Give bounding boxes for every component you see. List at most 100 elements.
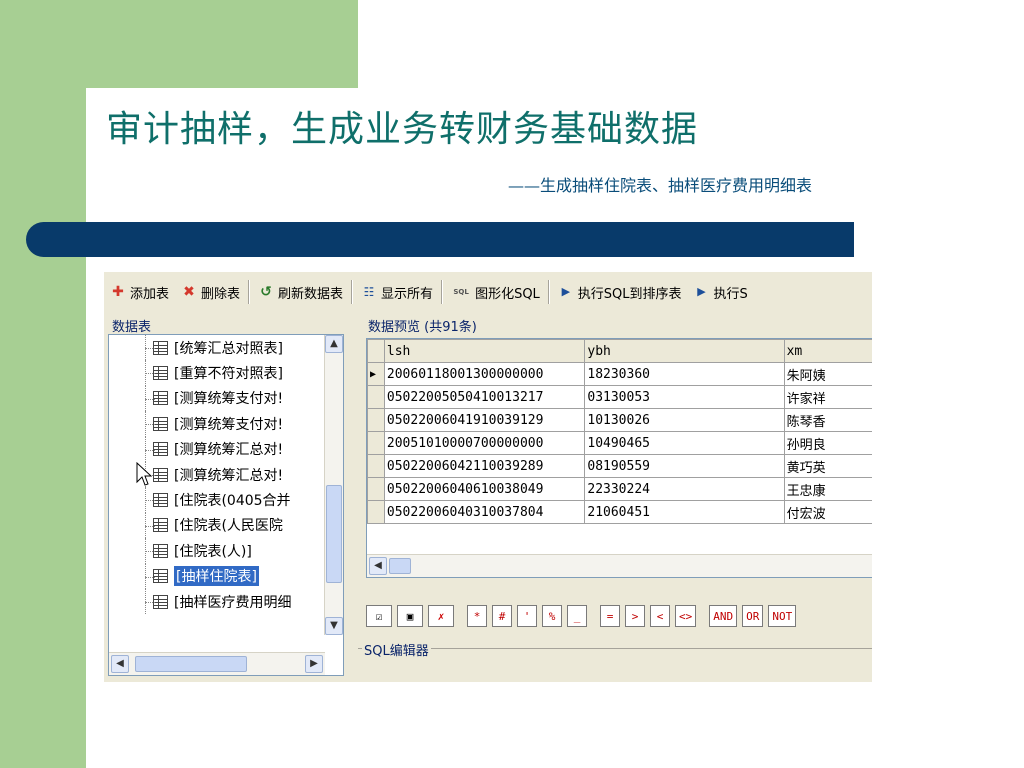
operator-button[interactable]: >: [625, 605, 645, 627]
tree-item[interactable]: [住院表(0405合并: [109, 487, 325, 513]
clear-icon[interactable]: ✗: [428, 605, 454, 627]
tree-connector: [145, 601, 155, 603]
table-cell[interactable]: 黄巧英: [783, 454, 872, 478]
tree-scroll-thumb[interactable]: [326, 485, 342, 583]
operator-button[interactable]: =: [600, 605, 620, 627]
table-icon: [153, 569, 168, 584]
tree-item[interactable]: [住院表(人)]: [109, 538, 325, 564]
operator-button[interactable]: #: [492, 605, 512, 627]
exec-sql-sort-label: 执行SQL到排序表: [577, 286, 682, 302]
refresh-table-label: 刷新数据表: [278, 286, 344, 302]
table-cell[interactable]: 王忠康: [783, 477, 872, 501]
table-icon: [153, 467, 168, 482]
operator-button[interactable]: <: [650, 605, 670, 627]
table-cell[interactable]: 20051010000700000000: [383, 431, 586, 455]
table-cell[interactable]: 03130053: [584, 385, 785, 409]
table-cell[interactable]: 05022005050410013217: [383, 385, 586, 409]
table-cell[interactable]: 20060118001300000000: [383, 362, 586, 386]
operator-button[interactable]: NOT: [768, 605, 797, 627]
tree-item[interactable]: [抽样住院表]: [109, 563, 325, 589]
grid-hscroll-thumb[interactable]: [389, 558, 411, 574]
table-cell[interactable]: 05022006042110039289: [383, 454, 586, 478]
tree-connector: [145, 500, 155, 502]
table-row[interactable]: 05022006040310037804 21060451 付宏波: [367, 500, 872, 524]
column-header-ybh[interactable]: ybh: [584, 339, 785, 363]
scroll-left-icon[interactable]: ◀: [369, 557, 387, 575]
tree-item[interactable]: [重算不符对照表]: [109, 360, 325, 386]
tree-item[interactable]: [测算统筹支付对!: [109, 385, 325, 412]
tree-group-label: 数据表: [110, 316, 154, 335]
column-header-lsh[interactable]: lsh: [383, 339, 586, 363]
tree-item-label: [统筹汇总对照表]: [174, 340, 283, 357]
table-icon: [153, 416, 168, 431]
refresh-table-button[interactable]: ↺ 刷新数据表: [252, 278, 349, 306]
table-cell[interactable]: 付宏波: [783, 500, 872, 524]
scroll-down-icon[interactable]: ▼: [325, 617, 343, 635]
table-row[interactable]: 05022006041910039129 10130026 陈琴香: [367, 408, 872, 432]
scroll-up-icon[interactable]: ▲: [325, 335, 343, 353]
row-indicator: [367, 408, 385, 432]
tree-connector: [145, 551, 155, 553]
column-header-xm[interactable]: xm: [783, 339, 872, 363]
table-cell[interactable]: 10490465: [584, 431, 785, 455]
graphical-sql-button[interactable]: SQL 图形化SQL: [445, 278, 546, 306]
sql-editor-panel[interactable]: [358, 648, 872, 682]
tree-item-label: [抽样医疗费用明细: [174, 594, 292, 611]
operator-button[interactable]: ': [517, 605, 537, 627]
graphical-sql-label: 图形化SQL: [475, 286, 540, 302]
play-icon: ▶: [697, 285, 706, 298]
table-row[interactable]: 05022005050410013217 03130053 许家祥: [367, 385, 872, 409]
tree-item-label: [抽样住院表]: [174, 566, 259, 587]
table-row[interactable]: 05022006040610038049 22330224 王忠康: [367, 477, 872, 501]
operator-button[interactable]: *: [467, 605, 487, 627]
slide-navy-band: [26, 222, 854, 257]
tree-item-label: [重算不符对照表]: [174, 366, 283, 383]
tree-item[interactable]: [测算统筹支付对!: [109, 411, 325, 437]
toolbar: ✚ 添加表 ✖ 删除表 ↺ 刷新数据表 ☷ 显示所有 SQL 图形化SQL ▶ …: [104, 272, 872, 312]
table-cell[interactable]: 21060451: [584, 500, 785, 524]
table-cell[interactable]: 05022006041910039129: [383, 408, 586, 432]
tree-hscroll-thumb[interactable]: [135, 656, 247, 672]
table-icon: [153, 340, 168, 355]
operator-button[interactable]: OR: [742, 605, 764, 627]
grid-horizontal-scrollbar[interactable]: ◀: [367, 554, 872, 577]
tree-item[interactable]: [抽样医疗费用明细: [109, 588, 325, 615]
table-cell[interactable]: 朱阿姨: [783, 362, 872, 386]
tree-vertical-scrollbar[interactable]: ▲ ▼: [324, 335, 343, 635]
table-row[interactable]: 20051010000700000000 10490465 孙明良: [367, 431, 872, 455]
scroll-right-icon[interactable]: ▶: [305, 655, 323, 673]
add-table-button[interactable]: ✚ 添加表: [104, 278, 175, 306]
show-all-button[interactable]: ☷ 显示所有: [355, 278, 439, 306]
table-cell[interactable]: 10130026: [584, 408, 785, 432]
tree-item[interactable]: [住院表(人民医院: [109, 512, 325, 539]
list-icon: ☷: [363, 285, 375, 299]
table-cell[interactable]: 05022006040610038049: [383, 477, 586, 501]
table-cell[interactable]: 22330224: [584, 477, 785, 501]
sql-editor-label: SQL编辑器: [362, 640, 431, 659]
tree-connector: [145, 525, 155, 527]
exec-sql-more-button[interactable]: ▶ 执行S: [688, 278, 754, 306]
table-icon: [153, 391, 168, 406]
tree-item[interactable]: [测算统筹汇总对!: [109, 436, 325, 462]
save-disk-icon[interactable]: ▣: [397, 605, 423, 627]
table-row[interactable]: 05022006042110039289 08190559 黄巧英: [367, 454, 872, 478]
table-cell[interactable]: 许家祥: [783, 385, 872, 409]
table-cell[interactable]: 18230360: [584, 362, 785, 386]
table-row[interactable]: ▶ 20060118001300000000 18230360 朱阿姨: [367, 362, 872, 386]
exec-sql-sort-button[interactable]: ▶ 执行SQL到排序表: [552, 278, 688, 306]
tree-horizontal-scrollbar[interactable]: ◀ ▶: [109, 652, 325, 675]
operator-button[interactable]: %: [542, 605, 562, 627]
preview-group-label: 数据预览 (共91条): [366, 316, 479, 335]
table-cell[interactable]: 孙明良: [783, 431, 872, 455]
table-cell[interactable]: 05022006040310037804: [383, 500, 586, 524]
operator-button[interactable]: _: [567, 605, 587, 627]
operator-button[interactable]: AND: [709, 605, 738, 627]
delete-table-button[interactable]: ✖ 删除表: [175, 278, 246, 306]
checkbox-icon[interactable]: ☑: [366, 605, 392, 627]
scroll-left-icon[interactable]: ◀: [111, 655, 129, 673]
table-header-row: lsh ybh xm: [367, 339, 872, 363]
tree-item[interactable]: [统筹汇总对照表]: [109, 335, 325, 361]
table-cell[interactable]: 陈琴香: [783, 408, 872, 432]
table-cell[interactable]: 08190559: [584, 454, 785, 478]
operator-button[interactable]: <>: [675, 605, 697, 627]
